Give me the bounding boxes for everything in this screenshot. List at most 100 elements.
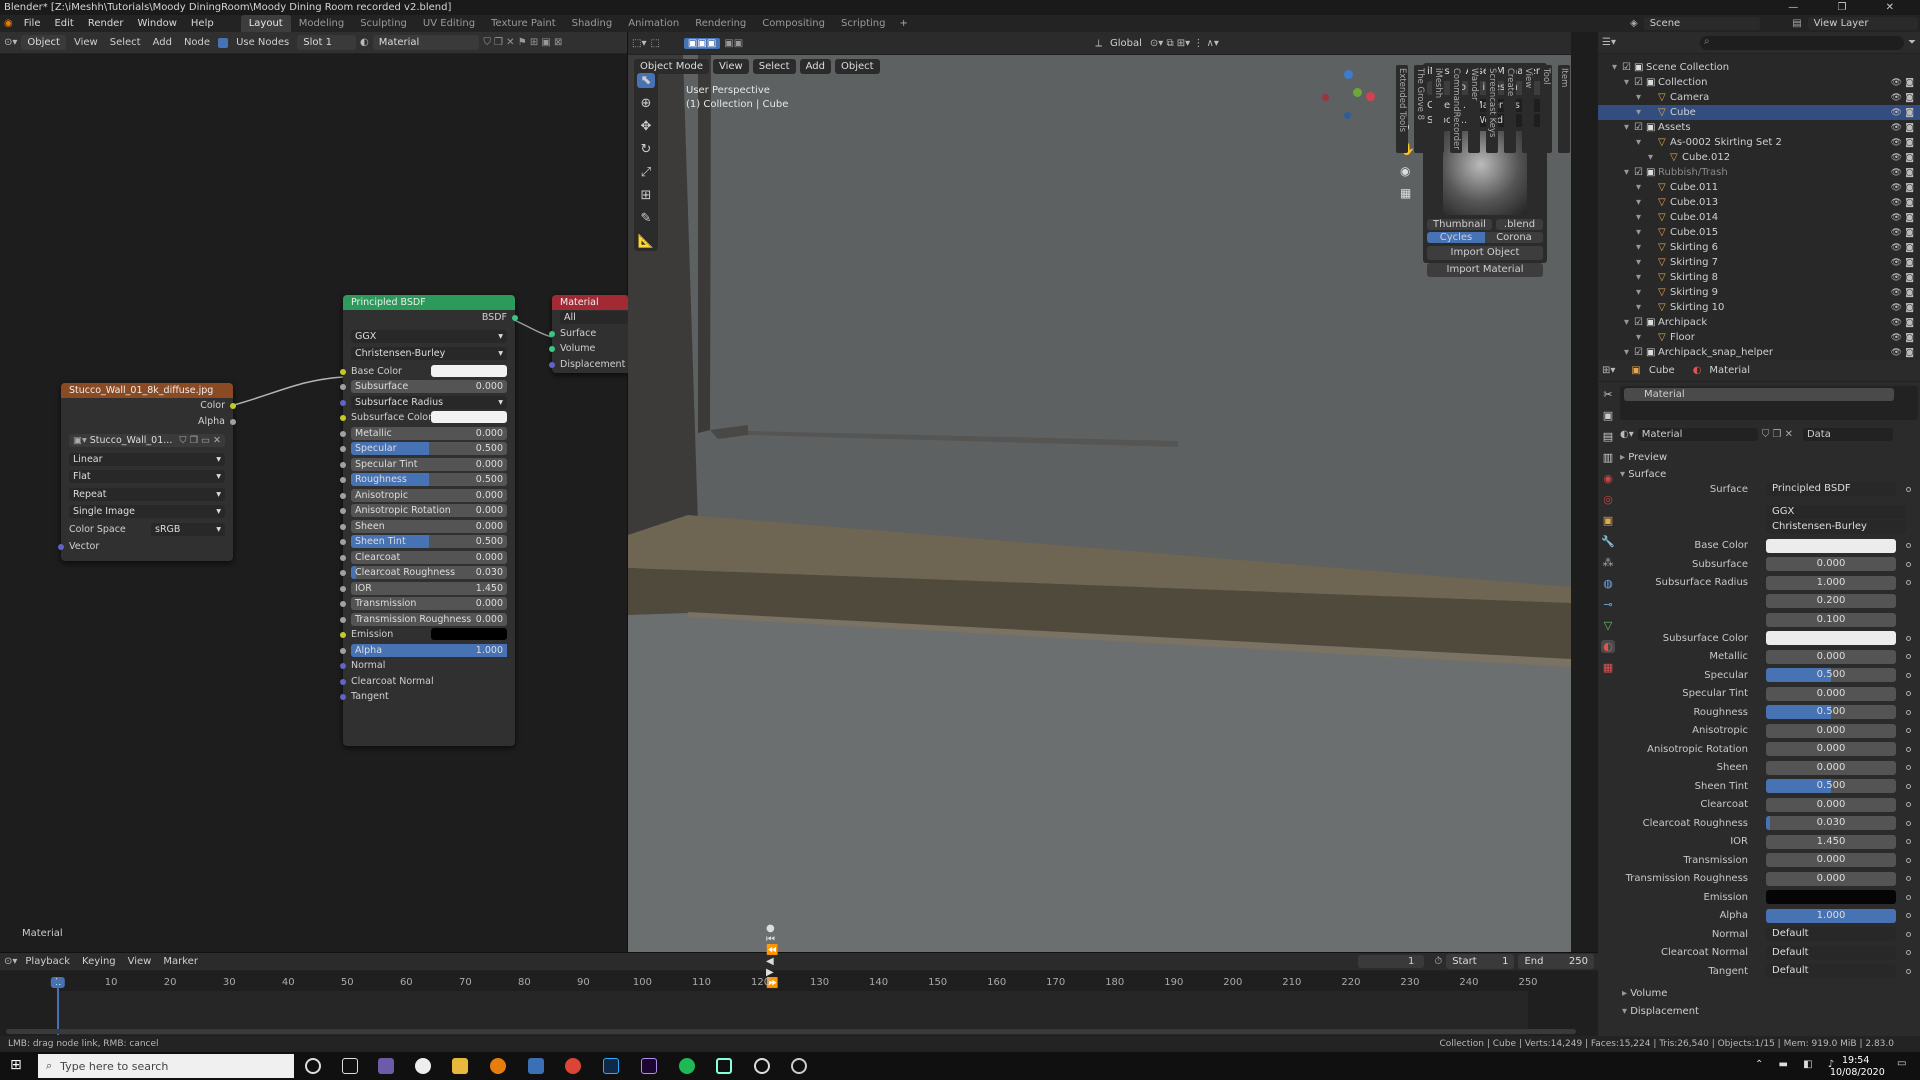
import-material-button[interactable]: Import Material (1427, 263, 1543, 277)
emission-socket[interactable] (340, 632, 346, 638)
material-slot-list[interactable]: Material (1620, 386, 1918, 420)
expand-arrow-icon[interactable]: ▾ (1624, 347, 1634, 358)
vector-socket[interactable] (58, 544, 64, 550)
alpha-socket[interactable] (340, 647, 346, 654)
color-space-dropdown[interactable]: sRGB ▾ (151, 522, 225, 536)
render-camera-icon[interactable]: ◙ (1905, 183, 1914, 193)
link-socket-icon[interactable] (1906, 950, 1911, 956)
timeline-editor-icon[interactable]: ⊙▾ (4, 956, 17, 967)
properties-editor-icon[interactable]: ⊞▾ (1602, 365, 1615, 376)
transmission-slider[interactable]: Transmission 0.000 (351, 597, 507, 610)
viewport-view-menu[interactable]: View (713, 59, 749, 74)
render-tab-icon[interactable]: ▣ (1603, 409, 1613, 422)
playback-menu[interactable]: Playback (21, 956, 74, 967)
link-socket-icon[interactable] (1906, 802, 1911, 808)
expand-arrow-icon[interactable]: ▾ (1636, 302, 1646, 313)
workspace-tab-sculpting[interactable]: Sculpting (352, 15, 415, 32)
windows-start-icon[interactable]: ⊞ (10, 1057, 22, 1073)
distribution-dropdown[interactable]: GGX ▾ (351, 329, 507, 343)
timeline-view-menu[interactable]: View (124, 956, 156, 967)
visibility-eye-icon[interactable]: 👁 (1891, 348, 1902, 358)
frame-ruler[interactable]: 1102030405060708090100110120130140150160… (0, 977, 1598, 991)
expand-arrow-icon[interactable]: ▾ (1624, 167, 1634, 178)
viewport-editor-type-icon[interactable]: ⬚▾ (632, 38, 646, 49)
metallic-slider[interactable]: Metallic 0.000 (351, 426, 507, 440)
blend-toggle[interactable]: .blend (1495, 219, 1544, 230)
transmission-socket[interactable] (340, 601, 346, 607)
marker-menu[interactable]: Marker (159, 956, 202, 967)
clock-time[interactable]: 19:54 (1842, 1055, 1869, 1066)
current-frame-field[interactable]: 1 (1358, 955, 1425, 968)
clearcoat-socket[interactable] (340, 554, 346, 561)
outliner-item-camera[interactable]: ▾ ▽ Camera 👁 ◙ (1598, 90, 1920, 105)
expand-arrow-icon[interactable]: ▾ (1636, 92, 1646, 103)
render-camera-icon[interactable]: ◙ (1905, 348, 1914, 358)
material-output-node[interactable]: Material Output All Surface Volume Displ… (549, 295, 628, 373)
expand-arrow-icon[interactable]: ▾ (1636, 212, 1646, 223)
clearcoat-roughness-slider[interactable]: Clearcoat Roughness 0.030 (351, 566, 507, 579)
sidebar-tab-tool[interactable]: Tool (1540, 65, 1552, 153)
render-camera-icon[interactable]: ◙ (1905, 153, 1914, 163)
expand-arrow-icon[interactable]: ▾ (1636, 182, 1646, 193)
blender-logo-icon[interactable]: ◉ (0, 18, 17, 29)
preview-panel-header[interactable]: ▸ Preview (1620, 449, 1918, 467)
blender-taskbar-icon[interactable] (490, 1058, 506, 1074)
sidebar-tab-the-grove-8[interactable]: The Grove 8 (1414, 65, 1426, 153)
clearcoat-slider[interactable]: 0.000 (1766, 797, 1896, 812)
visibility-eye-icon[interactable]: 👁 (1891, 183, 1902, 193)
base-color-color-field[interactable] (1766, 538, 1896, 553)
cycles-button[interactable]: Cycles (1427, 232, 1485, 243)
subsurface-color-socket[interactable] (340, 415, 346, 421)
emission-swatch[interactable] (431, 628, 507, 640)
workspace-tab-modeling[interactable]: Modeling (291, 15, 353, 32)
outliner-item-floor[interactable]: ▾ ▽ Floor 👁 ◙ (1598, 330, 1920, 345)
transmission-slider[interactable]: 0.000 (1766, 853, 1896, 868)
sidebar-tab-view[interactable]: View (1522, 65, 1534, 153)
gizmo-z-axis[interactable] (1344, 70, 1353, 79)
anisotropic-rotation-socket[interactable] (340, 508, 346, 514)
bsdf-output-socket[interactable] (512, 315, 518, 321)
sidebar-tab-create[interactable]: Create (1504, 65, 1516, 153)
material-output-title[interactable]: Material Output (552, 295, 628, 323)
visibility-eye-icon[interactable]: 👁 (1891, 138, 1902, 148)
image-action-icons[interactable]: ⛉ ❐ ▭ ✕ (179, 434, 221, 447)
subsurface-color-color-field[interactable] (1766, 631, 1896, 646)
subsurface-slider[interactable]: Subsurface 0.000 (351, 380, 507, 393)
link-socket-icon[interactable] (1906, 746, 1911, 752)
tool-tab-icon[interactable]: ✂ (1603, 388, 1612, 401)
collection-checkbox-icon[interactable]: ☑ (1634, 77, 1646, 88)
outliner-item-cube[interactable]: ▾ ▽ Cube 👁 ◙ (1598, 105, 1920, 120)
anisotropic-socket[interactable] (340, 492, 346, 499)
expand-arrow-icon[interactable]: ▾ (1636, 257, 1646, 268)
link-socket-icon[interactable] (1906, 635, 1911, 641)
projection-dropdown[interactable]: Flat ▾ (69, 470, 225, 483)
move-tool-icon[interactable]: ✥ (641, 119, 652, 134)
link-socket-icon[interactable] (1906, 654, 1911, 660)
scene-selector[interactable]: Scene (1643, 17, 1761, 30)
gizmo-neg-x-axis[interactable] (1322, 94, 1329, 101)
gizmo-y-axis[interactable] (1353, 88, 1362, 97)
outliner-item-cube-013[interactable]: ▾ ▽ Cube.013 👁 ◙ (1598, 195, 1920, 210)
image-texture-node-title[interactable]: Stucco_Wall_01_8k_diffuse.jpg (61, 383, 233, 398)
workspace-tab-scripting[interactable]: Scripting (833, 15, 893, 32)
sidebar-tab-imeshh[interactable]: iMeshh (1432, 65, 1444, 153)
link-socket-icon[interactable] (1906, 580, 1911, 586)
radius-slider[interactable]: 0.100 (1766, 612, 1896, 627)
expand-arrow-icon[interactable]: ▾ (1624, 77, 1634, 88)
annotate-tool-icon[interactable]: ✎ (641, 211, 652, 226)
selection-mode-extra-icons[interactable]: ▣▣ (724, 38, 743, 49)
workspace-tab-rendering[interactable]: Rendering (687, 15, 754, 32)
scale-tool-icon[interactable]: ⤢ (641, 165, 651, 180)
outliner-item-skirting-7[interactable]: ▾ ▽ Skirting 7 👁 ◙ (1598, 255, 1920, 270)
normal-field[interactable]: Default (1766, 927, 1896, 942)
visibility-eye-icon[interactable]: 👁 (1891, 108, 1902, 118)
link-socket-icon[interactable] (1906, 894, 1911, 900)
corona-button[interactable]: Corona (1485, 232, 1543, 243)
render-camera-icon[interactable]: ◙ (1905, 333, 1914, 343)
orientation-select[interactable]: Global (1106, 38, 1146, 49)
visibility-eye-icon[interactable]: 👁 (1891, 303, 1902, 313)
render-camera-icon[interactable]: ◙ (1905, 228, 1914, 238)
properties-editor[interactable]: ⊞▾ ▣ Cube ◐ Material ✂ ▣ ▤ ▥ ◉ ◎ ▣ 🔧 ⁂ ◍… (1598, 360, 1920, 1052)
visibility-eye-icon[interactable]: 👁 (1891, 318, 1902, 328)
chrome-icon[interactable] (565, 1058, 581, 1074)
